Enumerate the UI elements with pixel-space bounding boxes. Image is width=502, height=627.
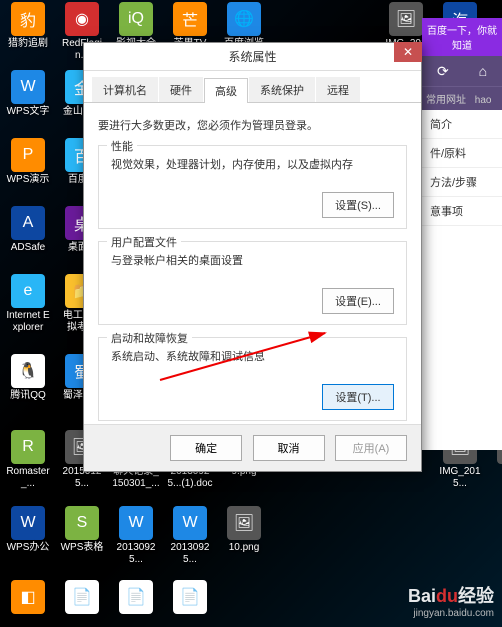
close-button[interactable]: ✕: [394, 42, 422, 62]
toc-row[interactable]: 方法/步骤: [422, 168, 502, 197]
tab-system-protection[interactable]: 系统保护: [249, 77, 315, 102]
desktop-icon[interactable]: W WPS办公: [4, 506, 52, 554]
desktop-icon[interactable]: eInternet Explorer: [4, 274, 52, 334]
icon-label: 20130925...: [112, 542, 160, 566]
group-desc: 视觉效果，处理器计划，内存使用，以及虚拟内存: [111, 156, 394, 172]
tab-advanced[interactable]: 高级: [204, 78, 248, 103]
desktop-icon[interactable]: P WPS演示: [4, 138, 52, 186]
icon-label: 10.png: [220, 542, 268, 554]
group-desc: 与登录帐户相关的桌面设置: [111, 252, 394, 268]
desktop-icon[interactable]: RRomaster_...: [4, 430, 52, 490]
desktop-icon[interactable]: W20130925...: [112, 506, 160, 566]
desktop-icon[interactable]: 📄: [58, 580, 106, 616]
file-icon: 📄: [173, 580, 207, 614]
wm-brand: Bai: [408, 586, 436, 606]
wps-icon: P: [11, 138, 45, 172]
icon-label: ADSafe: [4, 242, 52, 254]
toc-row[interactable]: 件/原料: [422, 139, 502, 168]
group-legend: 启动和故障恢复: [107, 330, 192, 346]
desktop-icon[interactable]: S WPS表格: [58, 506, 106, 554]
wm-brand: 经验: [458, 586, 494, 606]
app-icon: 豹: [11, 2, 45, 36]
browser-window: 百度一下，你就知道 ⟳ ⌂ 常用网址 hao 简介 件/原料 方法/步骤 意事项: [422, 18, 502, 438]
toc-row[interactable]: 意事项: [422, 197, 502, 226]
desktop-icon[interactable]: ◧: [4, 580, 52, 616]
performance-settings-button[interactable]: 设置(S)...: [322, 192, 394, 218]
icon-label: IM: [490, 466, 502, 478]
qq-icon: 🐧: [11, 354, 45, 388]
wm-brand: du: [436, 586, 458, 606]
wps-icon: W: [11, 70, 45, 104]
doc-icon: W: [119, 506, 153, 540]
app-icon: iQ: [119, 2, 153, 36]
close-icon: ✕: [403, 45, 413, 59]
dialog-tabs: 计算机名 硬件 高级 系统保护 远程: [84, 71, 421, 103]
disc-icon: ◉: [65, 2, 99, 36]
apply-button[interactable]: 应用(A): [335, 435, 407, 461]
file-icon: 📄: [119, 580, 153, 614]
refresh-icon[interactable]: ⟳: [437, 63, 449, 80]
admin-notice: 要进行大多数更改，您必须作为管理员登录。: [98, 117, 407, 133]
startup-settings-button[interactable]: 设置(T)...: [322, 384, 394, 410]
browser-toolbar: ⟳ ⌂: [422, 56, 502, 86]
icon-label: WPS办公: [4, 542, 52, 554]
startup-recovery-group: 启动和故障恢复 系统启动、系统故障和调试信息 设置(T)...: [98, 337, 407, 421]
tab-computer-name[interactable]: 计算机名: [92, 77, 158, 102]
group-legend: 用户配置文件: [107, 234, 181, 250]
tab-remote[interactable]: 远程: [316, 77, 360, 102]
icon-label: IMG_2015...: [436, 466, 484, 490]
dialog-footer: 确定 取消 应用(A): [84, 424, 421, 471]
image-icon: 🖼: [227, 506, 261, 540]
file-icon: 📄: [65, 580, 99, 614]
browser-titlebar: 百度一下，你就知道: [422, 18, 502, 56]
baidu-watermark: Baidu经验 jingyan.baidu.com: [408, 582, 494, 619]
fav-hao[interactable]: hao: [475, 95, 492, 106]
icon-label: Romaster_...: [4, 466, 52, 490]
desktop-icon[interactable]: 📄: [112, 580, 160, 616]
desktop-icon[interactable]: W WPS文字: [4, 70, 52, 118]
dialog-titlebar[interactable]: 系统属性 ✕: [84, 43, 421, 71]
profile-settings-button[interactable]: 设置(E)...: [322, 288, 394, 314]
icon-label: WPS文字: [4, 106, 52, 118]
group-legend: 性能: [107, 138, 137, 154]
desktop-icon[interactable]: 🖼 10.png: [220, 506, 268, 554]
user-profile-group: 用户配置文件 与登录帐户相关的桌面设置 设置(E)...: [98, 241, 407, 325]
fav-label[interactable]: 常用网址: [426, 95, 466, 106]
cancel-button[interactable]: 取消: [253, 435, 325, 461]
ok-button[interactable]: 确定: [170, 435, 242, 461]
icon-label: 20130925...: [166, 542, 214, 566]
icon-label: 腾讯QQ: [4, 390, 52, 402]
app-icon: ◧: [11, 580, 45, 614]
home-icon[interactable]: ⌂: [479, 63, 487, 79]
dialog-title: 系统属性: [84, 48, 421, 65]
desktop-icon[interactable]: W20130925...: [166, 506, 214, 566]
wps-icon: W: [11, 506, 45, 540]
browser-favorites: 常用网址 hao: [422, 86, 502, 110]
image-icon: 🖼: [389, 2, 423, 36]
desktop-icon[interactable]: 🐧 腾讯QQ: [4, 354, 52, 402]
group-desc: 系统启动、系统故障和调试信息: [111, 348, 394, 364]
browser-content: 简介 件/原料 方法/步骤 意事项: [422, 110, 502, 450]
app-icon: 芒: [173, 2, 207, 36]
icon-label: 猎豹追剧: [4, 38, 52, 50]
toc-row[interactable]: 简介: [422, 110, 502, 139]
wm-url: jingyan.baidu.com: [408, 608, 494, 619]
icon-label: WPS表格: [58, 542, 106, 554]
app-icon: A: [11, 206, 45, 240]
browser-icon: 🌐: [227, 2, 261, 36]
system-properties-dialog: 系统属性 ✕ 计算机名 硬件 高级 系统保护 远程 要进行大多数更改，您必须作为…: [83, 42, 422, 472]
ie-icon: e: [11, 274, 45, 308]
icon-label: WPS演示: [4, 174, 52, 186]
tab-hardware[interactable]: 硬件: [159, 77, 203, 102]
desktop-icon[interactable]: 豹猎豹追剧: [4, 2, 52, 50]
doc-icon: W: [173, 506, 207, 540]
app-icon: R: [11, 430, 45, 464]
dialog-body: 要进行大多数更改，您必须作为管理员登录。 性能 视觉效果，处理器计划，内存使用，…: [84, 103, 421, 469]
desktop-icon[interactable]: 📄: [166, 580, 214, 616]
desktop-icon[interactable]: A ADSafe: [4, 206, 52, 254]
wps-icon: S: [65, 506, 99, 540]
performance-group: 性能 视觉效果，处理器计划，内存使用，以及虚拟内存 设置(S)...: [98, 145, 407, 229]
icon-label: Internet Explorer: [4, 310, 52, 334]
